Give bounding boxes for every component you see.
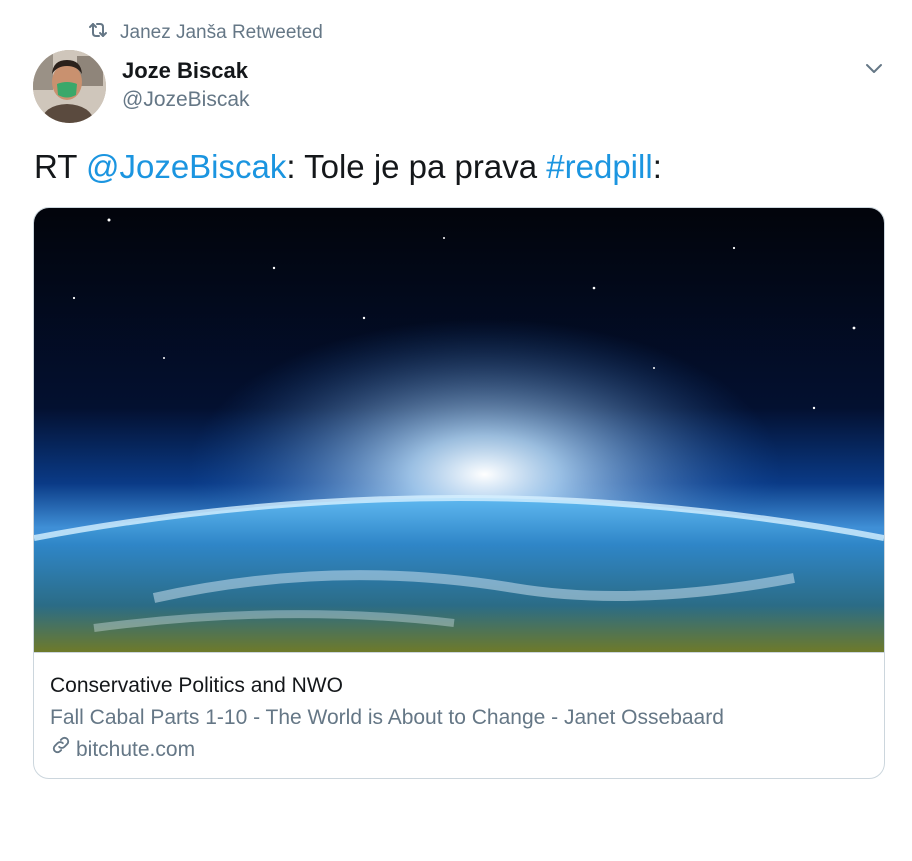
- card-image: [34, 208, 884, 653]
- card-site-name: Conservative Politics and NWO: [50, 674, 343, 697]
- tweet-prefix: RT: [34, 148, 86, 185]
- mention-link[interactable]: @JozeBiscak: [86, 148, 286, 185]
- card-body: Conservative Politics and NWO Fall Cabal…: [50, 670, 868, 766]
- retweet-label: Janez Janša Retweeted: [120, 22, 323, 43]
- card-domain-text: bitchute.com: [76, 738, 196, 761]
- avatar[interactable]: [33, 50, 106, 123]
- tweet-suffix: :: [652, 148, 662, 185]
- card-domain: bitchute.com: [50, 734, 868, 766]
- retweet-icon: [86, 18, 110, 48]
- tweet-body: : Tole je pa prava: [286, 148, 547, 185]
- link-icon: [50, 734, 72, 766]
- chevron-down-icon: [864, 58, 884, 83]
- card-title: Fall Cabal Parts 1-10 - The World is Abo…: [50, 706, 724, 729]
- tweet-text: RT @JozeBiscak: Tole je pa prava #redpil…: [34, 148, 662, 186]
- more-options-button[interactable]: [860, 56, 888, 84]
- author-handle[interactable]: @JozeBiscak: [122, 88, 250, 112]
- hashtag-link[interactable]: #redpill: [546, 148, 652, 185]
- author-name[interactable]: Joze Biscak: [122, 58, 248, 84]
- retweet-context[interactable]: Janez Janša Retweeted: [86, 20, 323, 46]
- link-card[interactable]: Conservative Politics and NWO Fall Cabal…: [33, 207, 885, 779]
